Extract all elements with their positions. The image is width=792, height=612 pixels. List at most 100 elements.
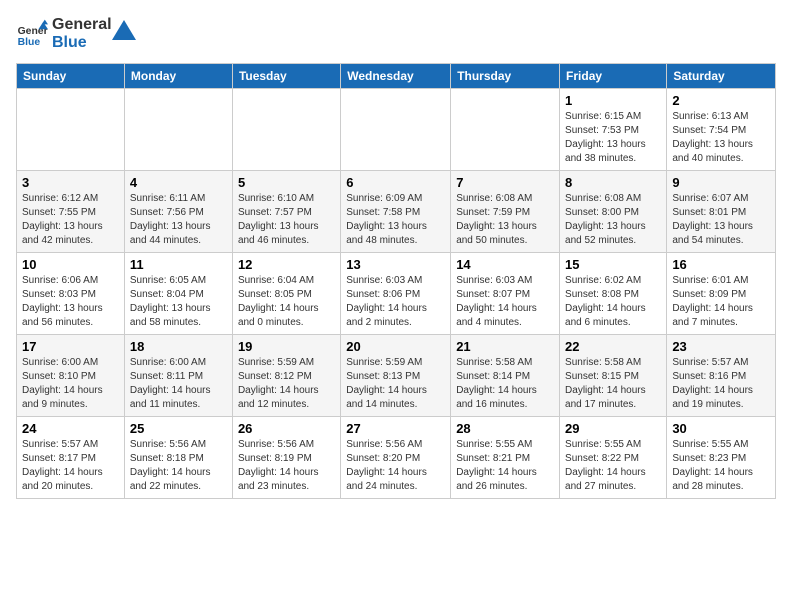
day-number: 27 [346, 421, 445, 436]
day-info: Sunrise: 5:57 AM Sunset: 8:16 PM Dayligh… [672, 356, 770, 412]
day-cell: 22 Sunrise: 5:58 AM Sunset: 8:15 PM Dayli… [560, 335, 667, 417]
day-info: Sunrise: 6:11 AM Sunset: 7:56 PM Dayligh… [130, 192, 227, 248]
day-info: Sunrise: 5:56 AM Sunset: 8:20 PM Dayligh… [346, 438, 445, 494]
day-info: Sunrise: 6:15 AM Sunset: 7:53 PM Dayligh… [565, 110, 661, 166]
day-number: 18 [130, 339, 227, 354]
day-info: Sunrise: 5:59 AM Sunset: 8:12 PM Dayligh… [238, 356, 335, 412]
day-cell: 17Sunrise: 6:00 AM Sunset: 8:10 PM Dayli… [17, 335, 125, 417]
day-number: 29 [565, 421, 661, 436]
day-number: 3 [22, 175, 119, 190]
logo-arrow-icon [112, 20, 136, 40]
day-info: Sunrise: 5:56 AM Sunset: 8:18 PM Dayligh… [130, 438, 227, 494]
day-cell: 27 Sunrise: 5:56 AM Sunset: 8:20 PM Dayli… [341, 417, 451, 499]
logo-line1: General [52, 16, 112, 34]
day-cell [17, 89, 125, 171]
day-info: Sunrise: 6:05 AM Sunset: 8:04 PM Dayligh… [130, 274, 227, 330]
header-wednesday: Wednesday [341, 64, 451, 89]
header-tuesday: Tuesday [232, 64, 340, 89]
day-info: Sunrise: 6:12 AM Sunset: 7:55 PM Dayligh… [22, 192, 119, 248]
page-header: General Blue General Blue [16, 16, 776, 51]
day-cell: 25 Sunrise: 5:56 AM Sunset: 8:18 PM Dayli… [124, 417, 232, 499]
day-number: 28 [456, 421, 554, 436]
day-info: Sunrise: 6:02 AM Sunset: 8:08 PM Dayligh… [565, 274, 661, 330]
day-info: Sunrise: 5:56 AM Sunset: 8:19 PM Dayligh… [238, 438, 335, 494]
day-number: 12 [238, 257, 335, 272]
day-cell: 6 Sunrise: 6:09 AM Sunset: 7:58 PM Daylig… [341, 171, 451, 253]
day-cell: 26Sunrise: 5:56 AM Sunset: 8:19 PM Dayli… [232, 417, 340, 499]
day-info: Sunrise: 6:01 AM Sunset: 8:09 PM Dayligh… [672, 274, 770, 330]
day-number: 30 [672, 421, 770, 436]
day-number: 10 [22, 257, 119, 272]
day-cell: 28 Sunrise: 5:55 AM Sunset: 8:21 PM Dayli… [451, 417, 560, 499]
day-number: 1 [565, 93, 661, 108]
day-info: Sunrise: 5:55 AM Sunset: 8:22 PM Dayligh… [565, 438, 661, 494]
day-info: Sunrise: 5:55 AM Sunset: 8:21 PM Dayligh… [456, 438, 554, 494]
logo-icon: General Blue [16, 18, 48, 50]
day-number: 5 [238, 175, 335, 190]
day-cell: 2 Sunrise: 6:13 AM Sunset: 7:54 PM Daylig… [667, 89, 776, 171]
day-info: Sunrise: 6:04 AM Sunset: 8:05 PM Dayligh… [238, 274, 335, 330]
header-saturday: Saturday [667, 64, 776, 89]
day-cell: 30Sunrise: 5:55 AM Sunset: 8:23 PM Dayli… [667, 417, 776, 499]
day-info: Sunrise: 6:08 AM Sunset: 7:59 PM Dayligh… [456, 192, 554, 248]
day-cell: 8 Sunrise: 6:08 AM Sunset: 8:00 PM Daylig… [560, 171, 667, 253]
day-number: 7 [456, 175, 554, 190]
day-info: Sunrise: 5:57 AM Sunset: 8:17 PM Dayligh… [22, 438, 119, 494]
logo: General Blue General Blue [16, 16, 136, 51]
day-cell: 15Sunrise: 6:02 AM Sunset: 8:08 PM Dayli… [560, 253, 667, 335]
day-info: Sunrise: 5:58 AM Sunset: 8:15 PM Dayligh… [565, 356, 661, 412]
day-cell: 3 Sunrise: 6:12 AM Sunset: 7:55 PM Daylig… [17, 171, 125, 253]
day-cell: 1 Sunrise: 6:15 AM Sunset: 7:53 PM Daylig… [560, 89, 667, 171]
day-number: 24 [22, 421, 119, 436]
week-row-4: 17Sunrise: 6:00 AM Sunset: 8:10 PM Dayli… [17, 335, 776, 417]
day-number: 25 [130, 421, 227, 436]
header-row: SundayMondayTuesdayWednesdayThursdayFrid… [17, 64, 776, 89]
day-number: 6 [346, 175, 445, 190]
day-cell: 29 Sunrise: 5:55 AM Sunset: 8:22 PM Dayli… [560, 417, 667, 499]
day-cell [451, 89, 560, 171]
day-number: 11 [130, 257, 227, 272]
day-info: Sunrise: 5:59 AM Sunset: 8:13 PM Dayligh… [346, 356, 445, 412]
day-number: 17 [22, 339, 119, 354]
day-cell: 19 Sunrise: 5:59 AM Sunset: 8:12 PM Dayli… [232, 335, 340, 417]
day-info: Sunrise: 5:58 AM Sunset: 8:14 PM Dayligh… [456, 356, 554, 412]
day-cell: 13 Sunrise: 6:03 AM Sunset: 8:06 PM Dayli… [341, 253, 451, 335]
day-number: 19 [238, 339, 335, 354]
day-cell [124, 89, 232, 171]
header-monday: Monday [124, 64, 232, 89]
day-info: Sunrise: 6:10 AM Sunset: 7:57 PM Dayligh… [238, 192, 335, 248]
day-info: Sunrise: 6:06 AM Sunset: 8:03 PM Dayligh… [22, 274, 119, 330]
day-cell: 9 Sunrise: 6:07 AM Sunset: 8:01 PM Daylig… [667, 171, 776, 253]
day-cell: 24 Sunrise: 5:57 AM Sunset: 8:17 PM Dayli… [17, 417, 125, 499]
logo-line2: Blue [52, 34, 112, 52]
day-cell [232, 89, 340, 171]
day-cell: 11 Sunrise: 6:05 AM Sunset: 8:04 PM Dayli… [124, 253, 232, 335]
day-number: 22 [565, 339, 661, 354]
day-cell: 16Sunrise: 6:01 AM Sunset: 8:09 PM Dayli… [667, 253, 776, 335]
day-number: 4 [130, 175, 227, 190]
day-cell: 7 Sunrise: 6:08 AM Sunset: 7:59 PM Daylig… [451, 171, 560, 253]
svg-text:Blue: Blue [18, 37, 41, 48]
day-info: Sunrise: 6:00 AM Sunset: 8:11 PM Dayligh… [130, 356, 227, 412]
day-cell: 10 Sunrise: 6:06 AM Sunset: 8:03 PM Dayli… [17, 253, 125, 335]
week-row-1: 1 Sunrise: 6:15 AM Sunset: 7:53 PM Daylig… [17, 89, 776, 171]
day-cell: 12 Sunrise: 6:04 AM Sunset: 8:05 PM Dayli… [232, 253, 340, 335]
day-info: Sunrise: 6:13 AM Sunset: 7:54 PM Dayligh… [672, 110, 770, 166]
header-sunday: Sunday [17, 64, 125, 89]
day-info: Sunrise: 6:03 AM Sunset: 8:06 PM Dayligh… [346, 274, 445, 330]
day-info: Sunrise: 6:08 AM Sunset: 8:00 PM Dayligh… [565, 192, 661, 248]
day-info: Sunrise: 6:07 AM Sunset: 8:01 PM Dayligh… [672, 192, 770, 248]
day-number: 8 [565, 175, 661, 190]
week-row-2: 3 Sunrise: 6:12 AM Sunset: 7:55 PM Daylig… [17, 171, 776, 253]
day-number: 2 [672, 93, 770, 108]
day-info: Sunrise: 6:03 AM Sunset: 8:07 PM Dayligh… [456, 274, 554, 330]
week-row-5: 24 Sunrise: 5:57 AM Sunset: 8:17 PM Dayli… [17, 417, 776, 499]
day-number: 14 [456, 257, 554, 272]
day-cell [341, 89, 451, 171]
day-number: 23 [672, 339, 770, 354]
week-row-3: 10 Sunrise: 6:06 AM Sunset: 8:03 PM Dayli… [17, 253, 776, 335]
day-number: 9 [672, 175, 770, 190]
day-cell: 14 Sunrise: 6:03 AM Sunset: 8:07 PM Dayli… [451, 253, 560, 335]
day-number: 13 [346, 257, 445, 272]
day-info: Sunrise: 6:09 AM Sunset: 7:58 PM Dayligh… [346, 192, 445, 248]
